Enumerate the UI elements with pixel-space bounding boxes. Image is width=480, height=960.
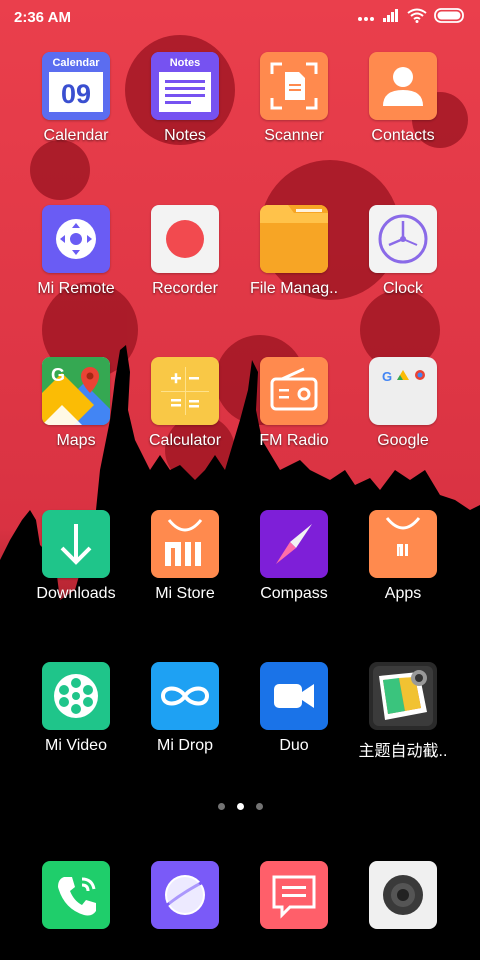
notes-badge-text: Notes [170, 57, 201, 69]
app-label: 主题自动截.. [358, 743, 448, 760]
app-label: Apps [384, 585, 422, 602]
notes-icon: Notes [151, 52, 219, 120]
scanner-icon [260, 52, 328, 120]
app-label: Google [377, 432, 429, 449]
app-file-manager[interactable]: File Manag.. [239, 205, 349, 298]
app-grid: Calendar 09 Calendar Notes Notes Scanner… [0, 0, 480, 960]
app-google-folder[interactable]: G Google [348, 357, 458, 450]
google-folder-icon: G [369, 357, 437, 425]
downloads-icon [42, 510, 110, 578]
svg-text:G: G [51, 365, 65, 385]
app-label: Scanner [264, 127, 324, 144]
app-mi-drop[interactable]: Mi Drop [130, 662, 240, 755]
calendar-day-text: 09 [61, 79, 91, 109]
app-maps[interactable]: G Maps [21, 357, 131, 450]
folder-icon [260, 205, 328, 273]
app-label: Recorder [152, 280, 218, 297]
app-duo[interactable]: Duo [239, 662, 349, 755]
app-label: Calculator [148, 432, 222, 449]
calendar-badge-text: Calendar [52, 57, 100, 69]
app-contacts[interactable]: Contacts [348, 52, 458, 145]
mi-drop-icon [151, 662, 219, 730]
mi-video-icon [42, 662, 110, 730]
radio-icon [260, 357, 328, 425]
app-theme-screenshot[interactable]: 主题自动截.. [348, 662, 458, 761]
app-compass[interactable]: Compass [239, 510, 349, 603]
app-label: FM Radio [259, 432, 329, 449]
dock-messaging[interactable] [239, 861, 349, 929]
browser-icon [151, 861, 219, 929]
app-label: File Manag.. [249, 280, 339, 297]
clock-icon [369, 205, 437, 273]
app-label: Mi Store [155, 585, 215, 602]
dock-camera[interactable] [348, 861, 458, 929]
recorder-icon [151, 205, 219, 273]
apps-store-icon [369, 510, 437, 578]
app-label: Compass [260, 585, 328, 602]
app-clock[interactable]: Clock [348, 205, 458, 298]
app-label: Maps [56, 432, 96, 449]
app-label: Duo [279, 737, 309, 754]
app-label: Calendar [43, 127, 109, 144]
duo-icon [260, 662, 328, 730]
app-downloads[interactable]: Downloads [21, 510, 131, 603]
camera-icon [369, 861, 437, 929]
svg-text:G: G [382, 369, 392, 384]
app-label: Mi Drop [156, 737, 213, 754]
page-indicator [0, 803, 480, 810]
page-dot[interactable] [217, 803, 225, 810]
app-mi-remote[interactable]: Mi Remote [21, 205, 131, 298]
mi-store-icon [151, 510, 219, 578]
dock-phone[interactable] [21, 861, 131, 929]
maps-icon: G [42, 357, 110, 425]
app-calculator[interactable]: Calculator [130, 357, 240, 450]
app-label: Contacts [371, 127, 435, 144]
contacts-icon [369, 52, 437, 120]
app-label: Clock [382, 280, 423, 297]
app-notes[interactable]: Notes Notes [130, 52, 240, 145]
theme-screenshot-icon [369, 662, 437, 730]
calendar-icon: Calendar 09 [42, 52, 110, 120]
app-label: Mi Remote [37, 280, 115, 297]
app-mi-video[interactable]: Mi Video [21, 662, 131, 755]
page-dot-active[interactable] [236, 803, 244, 810]
app-recorder[interactable]: Recorder [130, 205, 240, 298]
app-apps[interactable]: Apps [348, 510, 458, 603]
app-label: Mi Video [45, 737, 107, 754]
calculator-icon [151, 357, 219, 425]
app-label: Downloads [36, 585, 116, 602]
app-calendar[interactable]: Calendar 09 Calendar [21, 52, 131, 145]
dock-browser[interactable] [130, 861, 240, 929]
page-dot[interactable] [255, 803, 263, 810]
phone-icon [42, 861, 110, 929]
app-fm-radio[interactable]: FM Radio [239, 357, 349, 450]
compass-icon [260, 510, 328, 578]
app-mi-store[interactable]: Mi Store [130, 510, 240, 603]
app-scanner[interactable]: Scanner [239, 52, 349, 145]
mi-remote-icon [42, 205, 110, 273]
app-label: Notes [164, 127, 206, 144]
messaging-icon [260, 861, 328, 929]
